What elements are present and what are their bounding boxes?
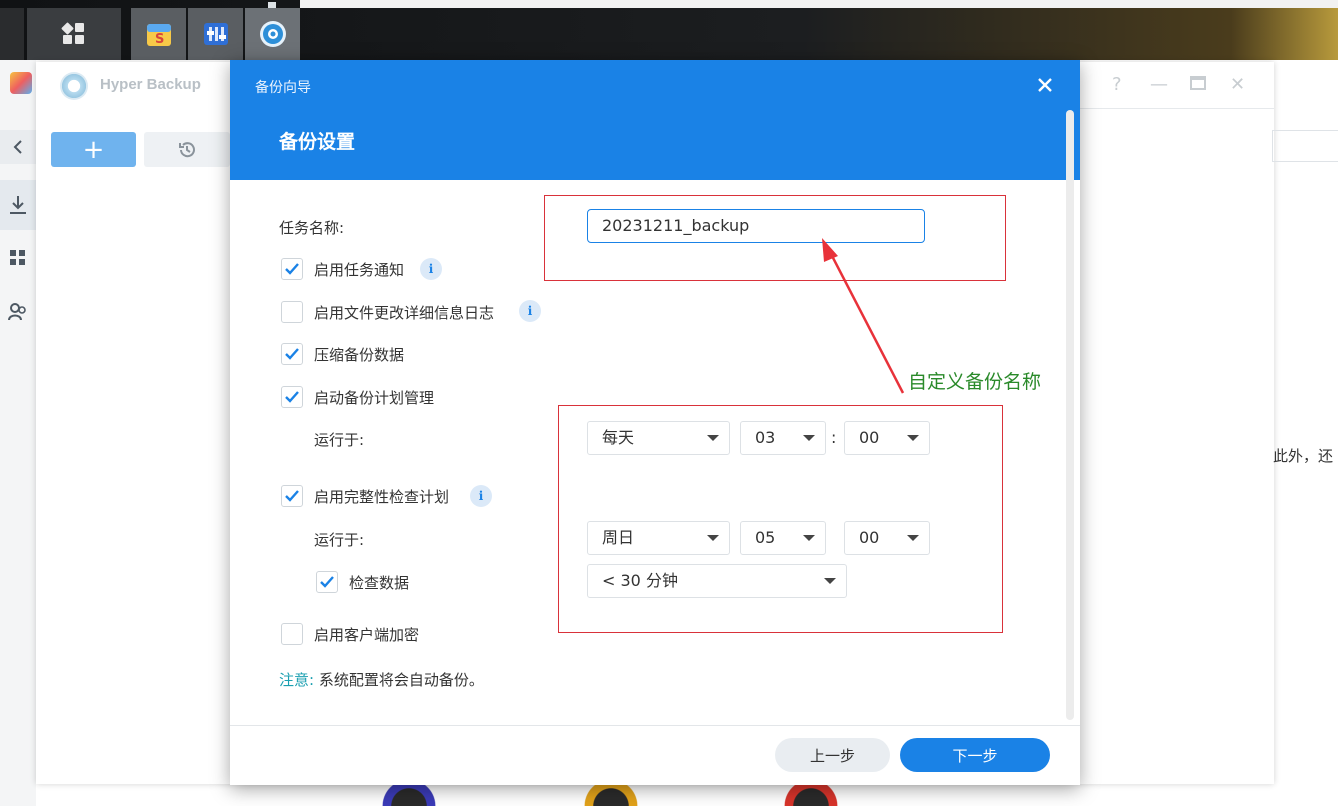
note: 注意: 系统配置将会自动备份。 — [279, 669, 484, 690]
note-text: 系统配置将会自动备份。 — [314, 671, 484, 689]
grid-icon — [61, 22, 84, 44]
taskbar-app-hyper-backup[interactable] — [245, 8, 300, 60]
file-change-log-checkbox[interactable] — [281, 301, 303, 323]
chevron-left-icon — [13, 140, 22, 154]
dialog-header: 备份向导 备份设置 — [230, 60, 1080, 180]
checkmark-icon — [285, 263, 299, 275]
annotation-box-schedule — [558, 405, 1003, 633]
history-button[interactable] — [144, 132, 230, 167]
checkmark-icon — [285, 348, 299, 360]
annotation-text: 自定义备份名称 — [908, 371, 1042, 393]
back-button[interactable] — [0, 130, 36, 164]
taskbar-app-control-panel[interactable] — [188, 8, 243, 60]
task-notify-checkbox[interactable] — [281, 258, 303, 280]
minimize-icon[interactable]: — — [1150, 74, 1168, 95]
window-close-icon[interactable]: ✕ — [1230, 74, 1245, 95]
package-center-icon: S — [146, 24, 171, 47]
close-icon — [1038, 78, 1052, 92]
schedule-run-label: 运行于: — [314, 431, 365, 449]
sidebar-item-users[interactable] — [0, 290, 36, 334]
task-name-label: 任务名称: — [279, 219, 345, 237]
window-title: Hyper Backup — [100, 76, 201, 93]
taskbar-left-edge — [0, 8, 24, 60]
sidebar-item-apps[interactable] — [0, 236, 36, 280]
client-encrypt-label: 启用客户端加密 — [314, 626, 420, 644]
download-icon — [10, 196, 26, 214]
main-menu-button[interactable] — [27, 8, 121, 60]
integrity-checkbox[interactable] — [281, 485, 303, 507]
active-app-indicator — [268, 2, 276, 8]
maximize-icon[interactable] — [1190, 74, 1206, 95]
checkmark-icon — [285, 391, 299, 403]
info-icon[interactable]: i — [470, 485, 492, 507]
task-notify-label: 启用任务通知 — [314, 261, 405, 279]
sidebar-item-backup[interactable] — [0, 180, 36, 230]
hyper-backup-logo-icon — [60, 72, 88, 100]
app-logo-icon — [10, 72, 32, 94]
app-icon-partial — [373, 782, 445, 806]
history-icon — [179, 141, 195, 157]
compress-label: 压缩备份数据 — [314, 346, 405, 364]
integrity-run-label: 运行于: — [314, 531, 365, 549]
checkmark-icon — [285, 490, 299, 502]
help-icon[interactable]: ? — [1112, 74, 1122, 95]
integrity-label: 启用完整性检查计划 — [314, 488, 450, 506]
browser-edge — [300, 0, 1338, 8]
checkmark-icon — [320, 576, 334, 588]
annotation-box-name — [544, 195, 1006, 281]
file-change-log-label: 启用文件更改详细信息日志 — [314, 304, 495, 322]
dialog-window-title: 备份向导 — [255, 80, 311, 96]
app-icon-partial — [775, 782, 847, 806]
client-encrypt-checkbox[interactable] — [281, 623, 303, 645]
compress-checkbox[interactable] — [281, 343, 303, 365]
scrollbar-track[interactable] — [1066, 110, 1074, 720]
apps-icon — [10, 250, 25, 265]
note-prefix: 注意: — [279, 671, 315, 689]
users-icon — [8, 303, 26, 321]
taskbar-app-package-center[interactable]: S — [131, 8, 186, 60]
partial-text: 此外，还 — [1273, 447, 1334, 465]
check-data-label: 检查数据 — [349, 574, 410, 592]
info-icon[interactable]: i — [420, 258, 442, 280]
dialog-close-button[interactable] — [1030, 70, 1060, 100]
svg-text:S: S — [155, 32, 164, 47]
left-sidebar — [0, 60, 36, 806]
schedule-label: 启动备份计划管理 — [314, 389, 435, 407]
hyper-backup-icon — [259, 21, 286, 47]
prev-button[interactable]: 上一步 — [775, 738, 890, 772]
control-panel-icon — [203, 23, 228, 45]
info-icon[interactable]: i — [519, 300, 541, 322]
divider — [1080, 108, 1274, 109]
check-data-checkbox[interactable] — [316, 571, 338, 593]
add-task-button[interactable]: + — [51, 132, 136, 167]
search-field[interactable] — [1272, 130, 1338, 162]
dialog-heading: 备份设置 — [279, 131, 356, 153]
app-icon-partial — [575, 782, 647, 806]
next-button[interactable]: 下一步 — [900, 738, 1050, 772]
schedule-checkbox[interactable] — [281, 386, 303, 408]
